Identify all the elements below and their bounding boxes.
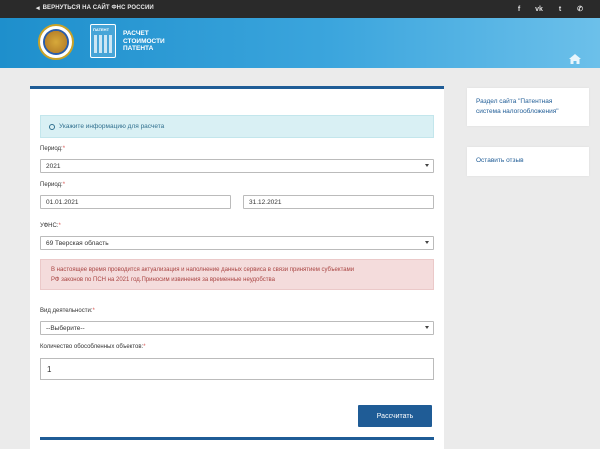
refresh-icon — [49, 123, 55, 130]
twitter-icon[interactable]: t — [553, 2, 567, 16]
service-title: РАСЧЕТ СТОИМОСТИ ПАТЕНТА — [123, 30, 165, 52]
calculate-button[interactable]: Рассчитать — [358, 405, 432, 427]
objects-count-input[interactable]: 1 — [40, 358, 434, 380]
fns-emblem-logo[interactable] — [38, 24, 74, 60]
phone-icon[interactable]: ✆ — [573, 2, 587, 16]
info-text: Укажите информацию для расчета — [59, 123, 165, 130]
header-banner: ПАТЕНТ РАСЧЕТ СТОИМОСТИ ПАТЕНТА — [0, 18, 600, 68]
maintenance-alert: В настоящее время проводится актуализаци… — [40, 259, 434, 290]
top-bar: ◂ ВЕРНУТЬСЯ НА САЙТ ФНС РОССИИ f vk t ✆ — [0, 0, 600, 18]
chevron-down-icon — [425, 241, 429, 244]
back-to-fns-link[interactable]: ◂ ВЕРНУТЬСЯ НА САЙТ ФНС РОССИИ — [36, 4, 154, 12]
facebook-icon[interactable]: f — [512, 2, 526, 16]
vk-icon[interactable]: vk — [532, 2, 546, 16]
patent-document-icon: ПАТЕНТ — [90, 24, 116, 58]
info-message: Укажите информацию для расчета — [40, 115, 434, 138]
back-link-label: ВЕРНУТЬСЯ НА САЙТ ФНС РОССИИ — [42, 5, 154, 11]
chevron-down-icon — [425, 164, 429, 167]
patent-logo-tag: ПАТЕНТ — [93, 27, 110, 32]
activity-label: Вид деятельности:* — [40, 308, 95, 314]
home-icon[interactable] — [569, 54, 581, 64]
period-year-select[interactable]: 2021 — [40, 159, 434, 173]
ufns-select[interactable]: 69 Тверская область — [40, 236, 434, 250]
feedback-link[interactable]: Оставить отзыв — [467, 147, 589, 176]
arrow-left-icon: ◂ — [36, 5, 40, 12]
chevron-down-icon — [425, 326, 429, 329]
card-bottom-divider — [40, 437, 434, 440]
activity-select[interactable]: --Выберите-- — [40, 321, 434, 335]
period-dates-label: Период:* — [40, 182, 66, 188]
period-label: Период:* — [40, 146, 66, 152]
ufns-label: УФНС:* — [40, 223, 61, 229]
objects-count-label: Количество обособленных объектов:* — [40, 344, 146, 350]
date-to-input[interactable]: 31.12.2021 — [243, 195, 434, 209]
date-from-input[interactable]: 01.01.2021 — [40, 195, 231, 209]
patent-system-link[interactable]: Раздел сайта "Патентная система налогооб… — [467, 88, 589, 126]
